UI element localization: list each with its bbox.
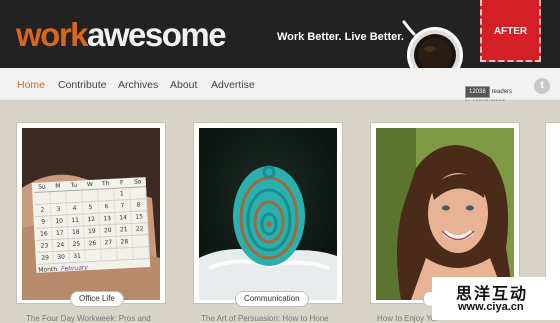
calendar-day-cell [130, 187, 147, 199]
calendar-day-cell [66, 190, 83, 203]
post-image-calendar[interactable]: Su M Tu W Th F Sa 1 2 3 4 5 6 7 8 9 10 11 12 13 14 15 16 17 18 1… [22, 128, 160, 300]
calendar-day-header: Su [37, 183, 46, 191]
calendar-day-cell: 26 [84, 237, 102, 250]
nav-advertise[interactable]: Advertise [211, 79, 255, 91]
calendar-day-header: Tu [70, 181, 78, 190]
nav-archives[interactable]: Archives [118, 79, 158, 91]
nav-contribute[interactable]: Contribute [58, 79, 106, 91]
calendar-day-header: W [86, 180, 94, 189]
post-card-office-life[interactable]: Su M Tu W Th F Sa 1 2 3 4 5 6 7 8 9 10 11 12 13 14 15 16 17 18 1… [16, 122, 166, 304]
calendar-day-cell: 19 [84, 225, 101, 238]
pendant-illustration [199, 128, 337, 300]
nav-about[interactable]: About [170, 79, 197, 91]
calendar-day-cell: 31 [69, 250, 86, 263]
mini-calendar: Su M Tu W Th F Sa 1 2 3 4 5 6 7 8 9 10 11 12 13 14 15 16 17 18 1… [33, 177, 151, 274]
category-pill[interactable]: Communication [235, 291, 309, 307]
watermark-url: www.ciya.cn [458, 301, 524, 313]
calendar-day-cell [85, 249, 102, 262]
calendar-day-cell: 23 [36, 240, 54, 252]
calendar-day-cell [50, 191, 67, 204]
calendar-day-header: F [119, 179, 124, 187]
calendar-month-label: Month [38, 265, 58, 274]
reader-label: readers [491, 89, 513, 95]
calendar-day-cell: 9 [35, 216, 53, 228]
calendar-day-cell [101, 248, 118, 261]
calendar-day-cell [82, 189, 99, 202]
post-image-pendant[interactable] [199, 128, 337, 300]
calendar-day-cell: 20 [100, 224, 117, 237]
calendar-day-header: Th [101, 180, 110, 188]
site-logo[interactable]: workawesome [16, 15, 227, 55]
twitter-icon[interactable]: t [534, 78, 550, 94]
feedburner-widget[interactable]: 12038readers BY FEEDBURNER [465, 80, 517, 103]
calendar-day-cell: 17 [52, 227, 69, 240]
calendar-day-cell: 11 [67, 214, 84, 227]
calendar-day-cell: 21 [115, 223, 133, 236]
calendar-day-cell: 10 [51, 215, 69, 228]
site-header: workawesome Work Better. Live Better. AF… [0, 0, 560, 68]
calendar-day-cell: 2 [34, 204, 52, 216]
calendar-day-cell: 12 [83, 213, 100, 226]
logo-awesome: awesome [87, 16, 227, 53]
calendar-day-cell: 25 [68, 238, 86, 251]
calendar-day-cell [132, 235, 150, 247]
post-card-communication[interactable] [193, 122, 343, 304]
post-title[interactable]: How to Enjoy Your Job [377, 314, 437, 323]
calendar-day-cell: 15 [131, 211, 148, 223]
calendar-day-cell: 18 [68, 226, 85, 239]
calendar-day-cell: 22 [131, 223, 149, 235]
calendar-day-header: M [55, 182, 61, 190]
post-title[interactable]: The Four Day Workweek: Pros and [26, 314, 166, 323]
calendar-grid: 1 2 3 4 5 6 7 8 9 10 11 12 13 14 15 16 17 18 19 20 21 22 23 24 2… [34, 187, 150, 265]
after-badge: AFTER [480, 0, 541, 62]
post-image-woman[interactable] [376, 128, 514, 300]
calendar-day-cell: 1 [114, 187, 131, 200]
calendar-day-cell: 30 [53, 251, 70, 264]
calendar-day-cell: 3 [50, 203, 68, 216]
logo-work: work [16, 16, 89, 53]
reader-count: 12038 [465, 86, 490, 98]
calendar-day-cell [98, 188, 115, 201]
calendar-day-cell: 13 [99, 212, 116, 225]
calendar-day-cell [117, 247, 134, 260]
calendar-day-cell: 16 [36, 228, 53, 240]
category-pill[interactable]: Office Life [70, 291, 124, 307]
calendar-day-cell: 4 [66, 202, 84, 215]
calendar-day-cell: 28 [116, 235, 134, 248]
calendar-day-cell: 7 [114, 199, 132, 212]
calendar-day-cell: 14 [115, 211, 132, 224]
nav-home[interactable]: Home [17, 79, 45, 91]
calendar-day-cell: 24 [52, 239, 70, 252]
calendar-day-cell: 29 [37, 252, 54, 264]
woman-portrait-illustration [376, 128, 514, 300]
calendar-day-header: Sa [133, 178, 142, 186]
calendar-month-value: February [60, 264, 89, 273]
calendar-day-cell: 5 [82, 201, 100, 214]
site-tagline: Work Better. Live Better. [277, 31, 404, 43]
calendar-day-cell [133, 247, 150, 259]
calendar-day-cell [34, 192, 51, 204]
calendar-day-cell: 27 [100, 236, 118, 249]
post-title[interactable]: The Art of Persuasion: How to Hone [201, 314, 341, 323]
calendar-day-cell: 8 [130, 199, 148, 211]
calendar-day-cell: 6 [98, 200, 116, 213]
